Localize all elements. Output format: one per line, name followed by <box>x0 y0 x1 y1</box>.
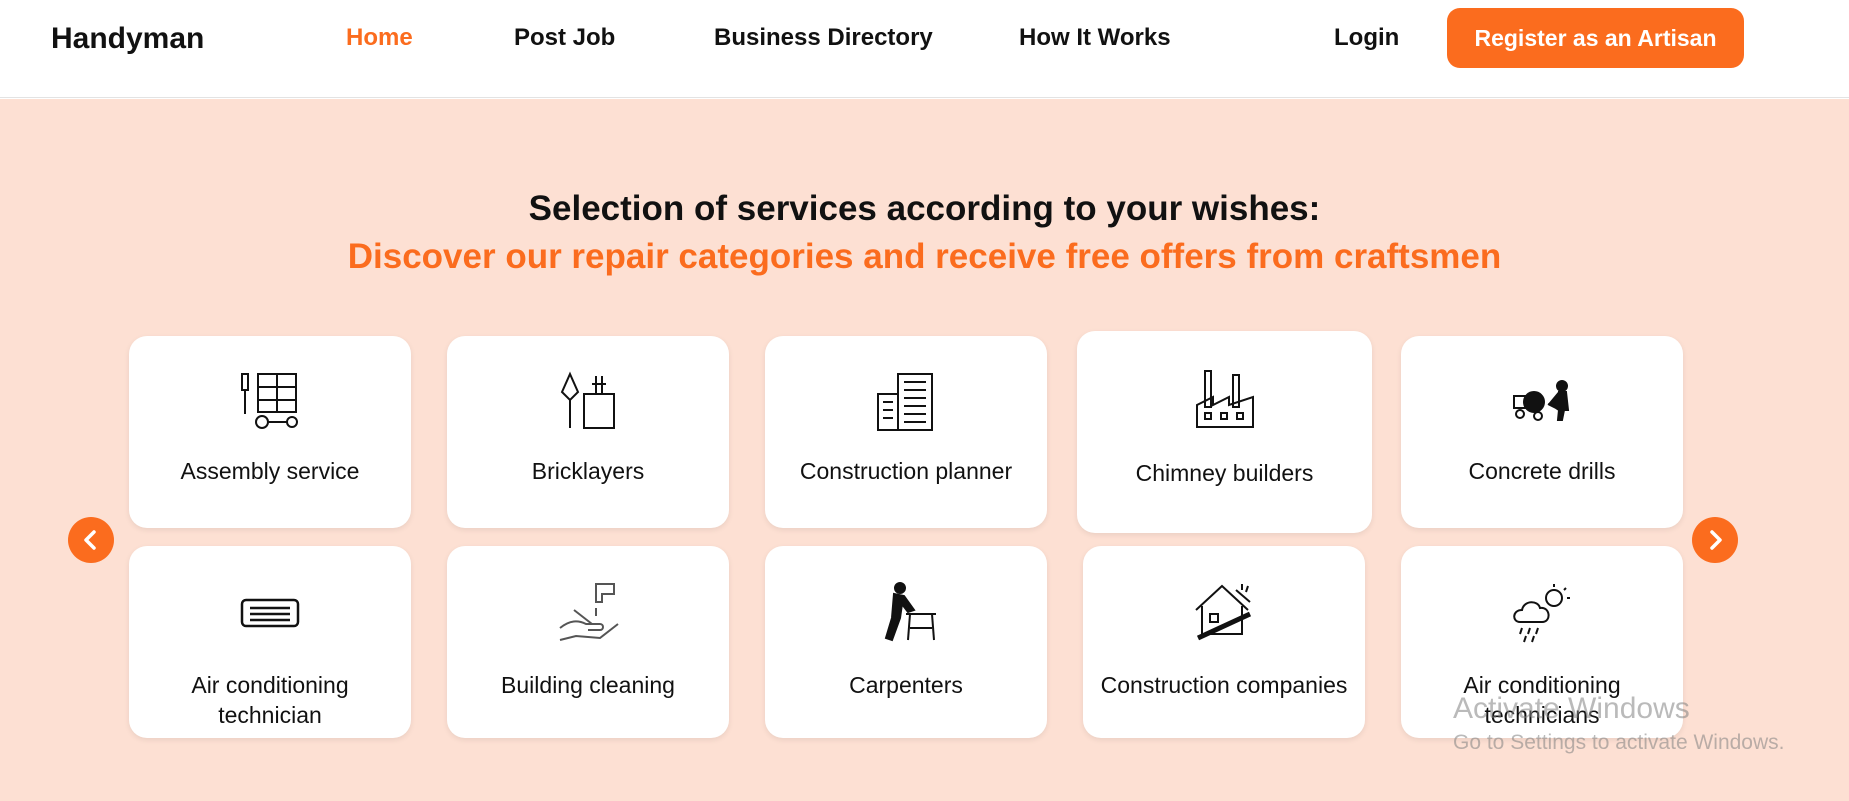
service-card-building-cleaning[interactable]: Building cleaning <box>447 546 729 738</box>
service-label: Concrete drills <box>1468 458 1616 484</box>
service-card-bricklayers[interactable]: Bricklayers <box>447 336 729 528</box>
service-label: Construction companies <box>1100 672 1348 698</box>
house-hammer-icon <box>1195 584 1252 641</box>
service-card-construction-companies[interactable]: Construction companies <box>1083 546 1365 738</box>
service-label: Building cleaning <box>501 672 675 698</box>
service-card-air-conditioning-technician[interactable]: Air conditioning technician <box>129 546 411 738</box>
activate-windows-hint: Go to Settings to activate Windows. <box>1453 731 1785 754</box>
trowel-icon <box>560 371 615 429</box>
nav-link-home[interactable]: Home <box>346 24 413 52</box>
buildings-icon <box>877 373 933 431</box>
chevron-left-icon <box>84 530 96 550</box>
section-subheading: Discover our repair categories and recei… <box>347 237 1502 276</box>
tools-cabinet-icon <box>241 373 298 429</box>
nav-link-how-it-works[interactable]: How It Works <box>1019 24 1171 52</box>
service-label: Construction planner <box>799 458 1013 484</box>
nav-link-business-directory[interactable]: Business Directory <box>714 24 933 52</box>
carousel-prev-button[interactable] <box>68 517 114 563</box>
activate-windows-watermark: Activate Windows <box>1453 692 1690 725</box>
login-link[interactable]: Login <box>1334 24 1399 52</box>
section-heading: Selection of services according to your … <box>528 189 1321 228</box>
hand-wash-icon <box>559 583 619 641</box>
weather-cloud-icon <box>1513 584 1570 643</box>
service-card-concrete-drills[interactable]: Concrete drills <box>1401 336 1683 528</box>
service-card-chimney-builders[interactable]: Chimney builders <box>1077 331 1372 533</box>
register-artisan-button[interactable]: Register as an Artisan <box>1447 8 1744 68</box>
service-card-construction-planner[interactable]: Construction planner <box>765 336 1047 528</box>
service-label: Chimney builders <box>1135 460 1314 486</box>
nav-link-post-job[interactable]: Post Job <box>514 24 615 52</box>
service-label: Air conditioning technician <box>191 672 349 728</box>
carpenter-icon <box>884 582 936 642</box>
air-conditioner-icon <box>240 598 300 628</box>
service-label: Carpenters <box>849 672 963 698</box>
carousel-next-button[interactable] <box>1692 517 1738 563</box>
service-card-carpenters[interactable]: Carpenters <box>765 546 1047 738</box>
service-card-assembly[interactable]: Assembly service <box>129 336 411 528</box>
concrete-mixer-icon <box>1513 380 1570 421</box>
factory-chimney-icon <box>1195 370 1254 428</box>
service-label: Assembly service <box>180 458 360 484</box>
top-navbar: Handyman Home Post Job Business Director… <box>0 0 1849 98</box>
service-label: Bricklayers <box>531 458 645 484</box>
brand-logo[interactable]: Handyman <box>51 22 204 56</box>
chevron-right-icon <box>1710 530 1722 550</box>
